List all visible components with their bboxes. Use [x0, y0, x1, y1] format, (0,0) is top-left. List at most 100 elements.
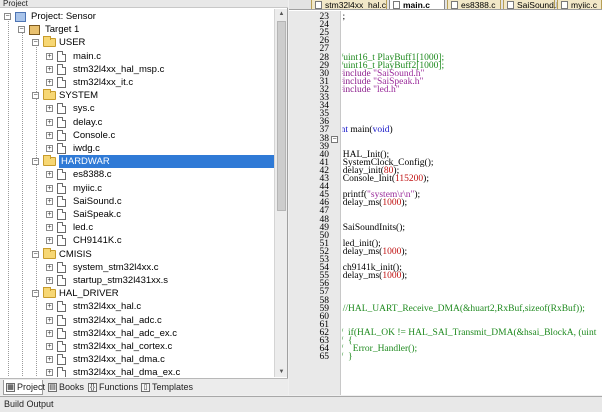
collapse-icon[interactable]: −	[32, 250, 39, 258]
tree-file[interactable]: + stm32l4xx_hal_adc_ex.c	[0, 327, 274, 340]
tree-file[interactable]: + SaiSound.c	[0, 195, 274, 208]
collapse-icon[interactable]: −	[18, 26, 25, 34]
code-line[interactable]: int main(void)	[342, 126, 393, 136]
code-line[interactable]: delay_ms(1000);	[342, 198, 407, 208]
panel-tab-functions[interactable]: {} Functions	[86, 380, 138, 395]
panel-tab-books[interactable]: ▤ Books	[46, 380, 85, 395]
tree-file[interactable]: + system_stm32l4xx.c	[0, 261, 274, 274]
expand-icon[interactable]: +	[46, 197, 53, 205]
editor-tab[interactable]: es8388.c	[447, 0, 501, 9]
panel-tab-templates[interactable]: ▯ Templates	[139, 380, 193, 395]
expand-icon[interactable]: +	[46, 118, 53, 126]
tree-file-label: delay.c	[73, 116, 103, 128]
code-line[interactable]: SaiSoundInits();	[342, 223, 405, 233]
collapse-icon[interactable]: −	[32, 290, 39, 298]
c-file-icon	[57, 209, 66, 220]
tree-file[interactable]: + SaiSpeak.c	[0, 208, 274, 221]
code-line[interactable]: // if(HAL_OK != HAL_SAI_Transmit_DMA(&hs…	[342, 328, 596, 338]
expand-icon[interactable]: +	[46, 356, 53, 364]
tree-file[interactable]: + stm32l4xx_hal_cortex.c	[0, 340, 274, 353]
tree-file[interactable]: + startup_stm32l431xx.s	[0, 274, 274, 287]
tree-scrollbar[interactable]: ▲ ▼	[274, 9, 287, 377]
code-line[interactable]: //HAL_UART_Receive_DMA(&huart2,RxBuf,siz…	[342, 304, 585, 314]
tree-file[interactable]: + CH9141K.c	[0, 234, 274, 247]
expand-icon[interactable]: +	[46, 184, 53, 192]
tree-file[interactable]: + stm32l4xx_hal_dma.c	[0, 353, 274, 366]
expand-icon[interactable]: +	[46, 316, 53, 324]
expand-icon[interactable]: +	[46, 145, 53, 152]
code-line[interactable]: // Error_Handler();	[342, 344, 417, 354]
tree-file-label: stm32l4xx_hal_adc_ex.c	[73, 327, 178, 339]
tree-file[interactable]: + iwdg.c	[0, 142, 274, 155]
expand-icon[interactable]: +	[46, 224, 53, 232]
collapse-icon[interactable]: −	[32, 158, 39, 166]
tree-file-label: startup_stm32l431xx.s	[73, 275, 169, 286]
expand-icon[interactable]: +	[46, 131, 53, 139]
panel-tab-project[interactable]: ▦ Project	[3, 380, 45, 395]
folder-open-icon	[43, 89, 56, 101]
expand-icon[interactable]: +	[46, 65, 53, 73]
tree-file[interactable]: + stm32l4xx_hal_msp.c	[0, 63, 274, 76]
tree-file[interactable]: + stm32l4xx_hal.c	[0, 300, 274, 313]
code-line[interactable]: {	[342, 134, 343, 144]
collapse-icon[interactable]: −	[4, 13, 11, 20]
project-tree[interactable]: − Project: Sensor − Target 1− USER + main.c + st…	[0, 9, 274, 377]
expand-icon[interactable]: +	[46, 211, 53, 218]
tree-file[interactable]: + delay.c	[0, 116, 274, 129]
editor-tab[interactable]: stm32l4xx_hal.c	[311, 0, 387, 9]
tree-group-hal_driver[interactable]: − HAL_DRIVER	[0, 287, 274, 300]
tree-file[interactable]: + main.c	[0, 50, 274, 63]
expand-icon[interactable]: +	[46, 263, 53, 271]
expand-icon[interactable]: +	[46, 105, 53, 113]
book-icon: ▤	[48, 383, 57, 392]
tree-file[interactable]: + sys.c	[0, 102, 274, 115]
code-line[interactable]: };	[342, 12, 345, 22]
code-line[interactable]: delay_ms(1000);	[342, 247, 407, 257]
tree-file-label: main.c	[73, 50, 101, 62]
expand-icon[interactable]: +	[46, 52, 53, 60]
expand-icon[interactable]: +	[46, 343, 53, 350]
tree-file[interactable]: + myiic.c	[0, 182, 274, 195]
code-area[interactable]: };//uint16_t PlayBuff1[1000];//uint16_t …	[342, 11, 602, 395]
code-line[interactable]: delay_ms(1000);	[342, 271, 407, 281]
collapse-icon[interactable]: −	[32, 92, 39, 100]
code-line[interactable]: // }	[342, 352, 353, 362]
expand-icon[interactable]: +	[46, 171, 53, 179]
editor-tab[interactable]: myiic.c	[557, 0, 602, 9]
scroll-thumb[interactable]	[277, 21, 286, 211]
expand-icon[interactable]: +	[46, 79, 53, 86]
expand-icon[interactable]: +	[46, 303, 53, 311]
tree-file[interactable]: + stm32l4xx_it.c	[0, 76, 274, 89]
tree-group-system[interactable]: − SYSTEM	[0, 89, 274, 102]
tree-file[interactable]: + stm32l4xx_hal_dma_ex.c	[0, 366, 274, 377]
code-editor[interactable]: stm32l4xx_hal.c main.c es8388.c SaiSound.h m…	[289, 0, 602, 395]
code-line[interactable]: #include "led.h"	[342, 85, 400, 95]
tree-file[interactable]: + led.c	[0, 221, 274, 234]
tree-project-label: Project: Sensor	[31, 11, 96, 22]
expand-icon[interactable]: +	[46, 237, 53, 245]
tree-project[interactable]: − Project: Sensor	[0, 10, 274, 23]
tree-group-system-label: SYSTEM	[59, 90, 99, 102]
panel-tab-label: Templates	[152, 382, 194, 392]
code-line[interactable]: Console_Init(115200);	[342, 174, 429, 184]
expand-icon[interactable]: +	[46, 277, 53, 284]
tree-target[interactable]: − Target 1	[0, 23, 274, 36]
fold-toggle-icon[interactable]: −	[331, 135, 338, 143]
collapse-icon[interactable]: −	[32, 39, 39, 47]
scroll-up-icon[interactable]: ▲	[277, 10, 286, 18]
editor-tab[interactable]: main.c	[389, 0, 445, 9]
line-number: 65	[319, 352, 330, 363]
build-output-bar[interactable]: Build Output	[0, 396, 602, 412]
tree-group-cmisis[interactable]: − CMISIS	[0, 247, 274, 261]
tree-file[interactable]: + Console.c	[0, 129, 274, 142]
editor-tab[interactable]: SaiSound.h	[503, 0, 561, 9]
scroll-down-icon[interactable]: ▼	[277, 368, 286, 376]
tree-group-user[interactable]: − USER	[0, 36, 274, 49]
tree-file[interactable]: + es8388.c	[0, 168, 274, 181]
panel-tab-label: Books	[59, 382, 85, 392]
expand-icon[interactable]: +	[46, 369, 53, 377]
c-file-icon	[57, 261, 66, 273]
tree-file[interactable]: + stm32l4xx_hal_adc.c	[0, 314, 274, 327]
expand-icon[interactable]: +	[46, 329, 53, 337]
tree-group-hardwar[interactable]: − HARDWAR	[0, 155, 274, 169]
